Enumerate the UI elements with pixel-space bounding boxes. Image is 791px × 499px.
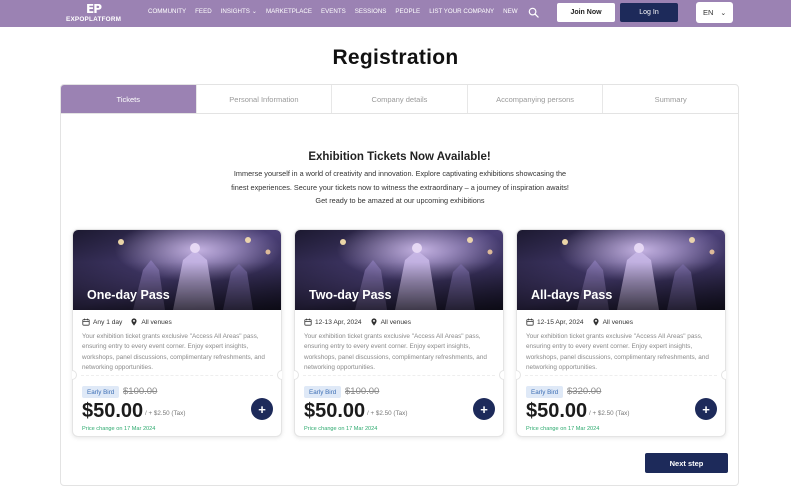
nav-item-people[interactable]: PEOPLE xyxy=(395,8,420,15)
ticket-meta: Any 1 day All venues xyxy=(82,318,172,326)
tab-accompanying-persons[interactable]: Accompanying persons xyxy=(468,85,604,113)
language-value: EN xyxy=(703,8,714,17)
logo-mark: EP xyxy=(86,2,102,16)
logo-text: EXPOPLATFORM xyxy=(66,16,122,23)
nav-item-feed[interactable]: FEED xyxy=(195,8,212,15)
join-now-button[interactable]: Join Now xyxy=(557,3,615,22)
old-price: $100.00 xyxy=(345,386,380,397)
ticket-tax: / + $2.50 (Tax) xyxy=(589,410,630,417)
main-nav: COMMUNITY FEED INSIGHTS ⌄ MARKETPLACE EVE… xyxy=(148,8,527,15)
ticket-meta: 12-15 Apr, 2024 All venues xyxy=(526,318,633,326)
early-bird-badge: Early Bird xyxy=(82,386,120,398)
location-pin-icon xyxy=(131,318,137,326)
old-price: $320.00 xyxy=(567,386,602,397)
registration-panel: Tickets Personal Information Company det… xyxy=(60,84,739,486)
ticket-date: 12-15 Apr, 2024 xyxy=(537,318,584,326)
ticket-name: Two-day Pass xyxy=(309,288,392,302)
ticket-tax: / + $2.50 (Tax) xyxy=(367,410,408,417)
next-step-button[interactable]: Next step xyxy=(645,453,728,473)
nav-item-insights[interactable]: INSIGHTS ⌄ xyxy=(221,8,257,15)
ticket-divider xyxy=(525,375,717,376)
early-bird-badge: Early Bird xyxy=(526,386,564,398)
tab-tickets[interactable]: Tickets xyxy=(61,85,197,113)
price-change-note: Price change on 17 Mar 2024 xyxy=(526,426,600,432)
ticket-notch xyxy=(499,370,504,380)
language-select[interactable]: EN ⌄ xyxy=(696,2,733,23)
nav-item-list-your-company[interactable]: LIST YOUR COMPANY xyxy=(429,8,494,15)
ticket-venue: All venues xyxy=(602,318,633,326)
add-ticket-button[interactable]: + xyxy=(251,398,273,420)
top-navigation-bar: EP EXPOPLATFORM COMMUNITY FEED INSIGHTS ⌄… xyxy=(0,0,791,27)
ticket-card-two-day[interactable]: Two-day Pass 12-13 Apr, 2024 All venues … xyxy=(294,229,504,437)
nav-item-marketplace[interactable]: MARKETPLACE xyxy=(266,8,312,15)
ticket-description: Your exhibition ticket grants exclusive … xyxy=(526,333,709,371)
nav-item-sessions[interactable]: SESSIONS xyxy=(355,8,387,15)
price-change-note: Price change on 17 Mar 2024 xyxy=(304,426,378,432)
ticket-notch xyxy=(277,370,282,380)
log-in-button[interactable]: Log In xyxy=(620,3,678,22)
add-ticket-button[interactable]: + xyxy=(473,398,495,420)
ticket-notch xyxy=(294,370,299,380)
calendar-icon xyxy=(82,318,90,326)
expoplatform-logo[interactable]: EP EXPOPLATFORM xyxy=(66,2,128,24)
section-headline: Exhibition Tickets Now Available! xyxy=(308,151,491,163)
ticket-tax: / + $2.50 (Tax) xyxy=(145,410,186,417)
nav-item-community[interactable]: COMMUNITY xyxy=(148,8,186,15)
old-price: $100.00 xyxy=(123,386,158,397)
ticket-venue: All venues xyxy=(380,318,411,326)
plus-icon: + xyxy=(258,401,266,417)
ticket-divider xyxy=(81,375,273,376)
add-ticket-button[interactable]: + xyxy=(695,398,717,420)
ticket-meta: 12-13 Apr, 2024 All venues xyxy=(304,318,411,326)
tab-personal-information[interactable]: Personal Information xyxy=(197,85,333,113)
ticket-card-one-day[interactable]: One-day Pass Any 1 day All venues Your e… xyxy=(72,229,282,437)
ticket-notch xyxy=(721,370,726,380)
nav-item-new[interactable]: NEW xyxy=(503,8,517,15)
ticket-price: $50.00 xyxy=(304,400,366,422)
ticket-description: Your exhibition ticket grants exclusive … xyxy=(82,333,265,371)
section-intro: Immerse yourself in a world of creativit… xyxy=(231,169,569,205)
location-pin-icon xyxy=(593,318,599,326)
page-title: Registration xyxy=(332,46,459,69)
search-icon[interactable] xyxy=(528,7,539,18)
chevron-down-icon: ⌄ xyxy=(720,9,727,17)
calendar-icon xyxy=(304,318,312,326)
nav-item-events[interactable]: EVENTS xyxy=(321,8,346,15)
ticket-divider xyxy=(303,375,495,376)
ticket-price: $50.00 xyxy=(82,400,144,422)
plus-icon: + xyxy=(480,401,488,417)
ticket-date: Any 1 day xyxy=(93,318,123,326)
early-bird-badge: Early Bird xyxy=(304,386,342,398)
ticket-notch xyxy=(516,370,521,380)
ticket-venue: All venues xyxy=(141,318,172,326)
ticket-notch xyxy=(72,370,77,380)
tab-company-details[interactable]: Company details xyxy=(332,85,468,113)
ticket-name: One-day Pass xyxy=(87,288,170,302)
nav-item-insights-label: INSIGHTS xyxy=(220,8,250,15)
registration-steps: Tickets Personal Information Company det… xyxy=(61,85,738,114)
ticket-name: All-days Pass xyxy=(531,288,613,302)
ticket-description: Your exhibition ticket grants exclusive … xyxy=(304,333,487,371)
ticket-date: 12-13 Apr, 2024 xyxy=(315,318,362,326)
ticket-card-all-days[interactable]: All-days Pass 12-15 Apr, 2024 All venues… xyxy=(516,229,726,437)
location-pin-icon xyxy=(371,318,377,326)
chevron-down-icon: ⌄ xyxy=(251,9,257,15)
price-change-note: Price change on 17 Mar 2024 xyxy=(82,426,156,432)
ticket-price: $50.00 xyxy=(526,400,588,422)
calendar-icon xyxy=(526,318,534,326)
tab-summary[interactable]: Summary xyxy=(603,85,738,113)
plus-icon: + xyxy=(702,401,710,417)
